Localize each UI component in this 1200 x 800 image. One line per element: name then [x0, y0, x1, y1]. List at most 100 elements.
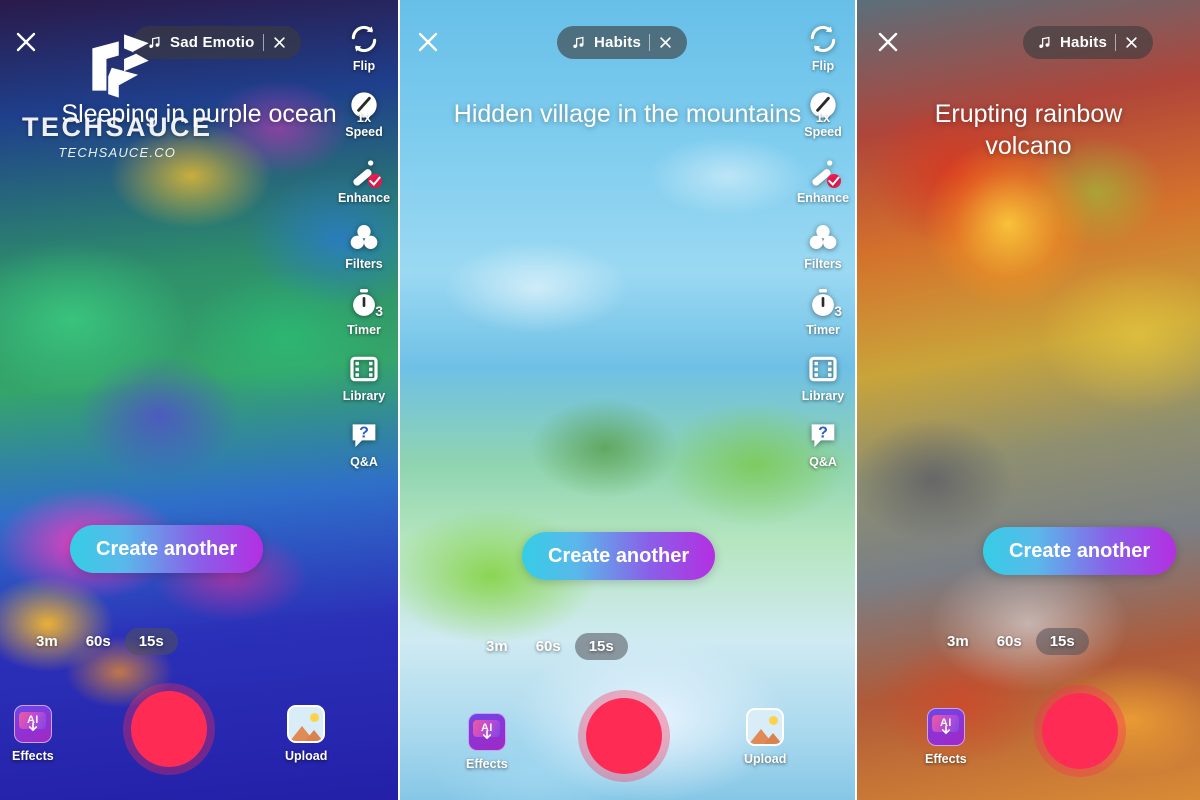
close-button-3[interactable]	[870, 24, 906, 60]
flip-camera-icon	[806, 22, 840, 56]
duration-option-15s[interactable]: 15s	[574, 633, 628, 660]
music-note-icon	[1039, 36, 1050, 48]
timer-stopwatch-icon: 3	[806, 286, 842, 320]
tool-label: Enhance	[796, 191, 850, 205]
tool-label: Flip	[352, 59, 376, 73]
ai-effects-icon: AI	[926, 708, 965, 746]
pill-divider	[649, 34, 651, 51]
timer-badge: 3	[375, 303, 383, 319]
close-icon	[273, 37, 285, 48]
close-button-1[interactable]	[8, 24, 44, 60]
prompt-text-2: Hidden village in the mountains	[453, 100, 802, 128]
tool-qa-1[interactable]: ? Q&A	[347, 418, 381, 469]
tool-speed-1[interactable]: 1x Speed	[345, 88, 383, 139]
tool-flip-1[interactable]: Flip	[347, 22, 381, 73]
tool-label: Speed	[345, 125, 383, 139]
duration-selector-1: 3m 60s 15s	[22, 628, 178, 655]
panel-1: Sad Emotio Sleeping in purple ocean TECH…	[0, 0, 398, 800]
tool-enhance-1[interactable]: Enhance	[338, 154, 390, 205]
library-film-icon	[347, 352, 381, 386]
screenshot-stage: Sad Emotio Sleeping in purple ocean TECH…	[0, 0, 1200, 800]
record-inner	[1042, 693, 1118, 769]
enhance-wand-icon	[347, 154, 382, 188]
tool-filters-2[interactable]: Filters	[804, 220, 842, 271]
create-another-button-3[interactable]: Create another	[983, 527, 1177, 575]
tool-label: Timer	[347, 323, 381, 337]
record-button-3[interactable]	[1034, 685, 1126, 777]
create-another-button-2[interactable]: Create another	[522, 532, 716, 580]
upload-button-1[interactable]: Upload	[285, 705, 327, 763]
pill-divider	[1115, 34, 1117, 51]
ai-effects-icon: AI	[467, 713, 506, 751]
ai-effects-icon: AI	[13, 705, 52, 743]
tool-library-2[interactable]: Library	[802, 352, 844, 403]
enhance-check-badge	[826, 174, 841, 188]
duration-option-15s[interactable]: 15s	[124, 628, 178, 655]
close-button-2[interactable]	[410, 24, 446, 60]
download-arrow-icon	[26, 721, 39, 739]
sun-shape	[310, 713, 320, 722]
tool-label: Filters	[804, 257, 842, 271]
music-note-icon	[573, 36, 584, 48]
music-pill-2[interactable]: Habits	[557, 26, 688, 59]
music-title-3: Habits	[1060, 34, 1108, 51]
duration-option-3m[interactable]: 3m	[933, 628, 983, 655]
close-icon	[418, 32, 438, 52]
music-close-button-3[interactable]	[1124, 35, 1139, 50]
tool-label: Library	[801, 389, 845, 403]
tool-rail-2: Flip 1x Speed Enhance Filters 3 Timer Li…	[791, 22, 855, 484]
filters-circles-icon	[347, 220, 381, 254]
tool-library-1[interactable]: Library	[343, 352, 385, 403]
tool-label: Library	[342, 389, 386, 403]
flip-camera-icon	[347, 22, 381, 56]
effects-button-2[interactable]: AI Effects	[466, 713, 508, 771]
tool-filters-1[interactable]: Filters	[345, 220, 383, 271]
record-inner	[586, 698, 662, 774]
speed-gauge-icon: 1x	[806, 88, 840, 125]
mountain-shape	[305, 730, 324, 741]
upload-photo-icon	[746, 708, 785, 746]
duration-selector-2: 3m 60s 15s	[472, 633, 628, 660]
close-icon	[1126, 37, 1137, 48]
effects-button-3[interactable]: AI Effects	[925, 708, 967, 766]
sun-shape	[769, 716, 779, 725]
tool-label: Speed	[804, 125, 842, 139]
music-close-button-2[interactable]	[658, 35, 673, 50]
mountain-shape	[764, 733, 783, 744]
tool-label: Enhance	[337, 191, 391, 205]
speed-badge: 1x	[356, 110, 372, 125]
tool-label: Filters	[345, 257, 383, 271]
speed-gauge-icon: 1x	[347, 88, 381, 125]
tool-timer-2[interactable]: 3 Timer	[806, 286, 842, 337]
duration-option-60s[interactable]: 60s	[72, 628, 125, 655]
effects-button-1[interactable]: AI Effects	[12, 705, 54, 763]
tool-enhance-2[interactable]: Enhance	[797, 154, 849, 205]
tool-qa-2[interactable]: ? Q&A	[806, 418, 840, 469]
create-another-button-1[interactable]: Create another	[70, 525, 264, 573]
tool-flip-2[interactable]: Flip	[806, 22, 840, 73]
pill-divider	[262, 34, 264, 51]
duration-option-15s[interactable]: 15s	[1035, 628, 1089, 655]
tool-speed-2[interactable]: 1x Speed	[804, 88, 842, 139]
duration-option-60s[interactable]: 60s	[983, 628, 1036, 655]
library-film-icon	[806, 352, 840, 386]
upload-photo-icon	[287, 705, 326, 743]
duration-option-3m[interactable]: 3m	[472, 633, 522, 660]
music-note-icon	[149, 36, 160, 48]
close-icon	[660, 37, 671, 48]
music-pill-3[interactable]: Habits	[1023, 26, 1154, 59]
upload-label: Upload	[744, 752, 787, 766]
duration-option-3m[interactable]: 3m	[22, 628, 72, 655]
duration-option-60s[interactable]: 60s	[522, 633, 575, 660]
record-inner	[131, 691, 207, 767]
music-pill-1[interactable]: Sad Emotio	[133, 26, 301, 59]
record-button-2[interactable]	[578, 690, 670, 782]
tool-timer-1[interactable]: 3 Timer	[347, 286, 383, 337]
upload-button-2[interactable]: Upload	[744, 708, 786, 766]
panel-2: Habits Hidden village in the mountains F…	[400, 0, 855, 800]
effects-label: Effects	[466, 757, 508, 771]
record-button-1[interactable]	[123, 683, 215, 775]
tool-label: Q&A	[809, 455, 837, 469]
enhance-wand-icon	[806, 154, 841, 188]
music-close-button-1[interactable]	[272, 35, 287, 50]
